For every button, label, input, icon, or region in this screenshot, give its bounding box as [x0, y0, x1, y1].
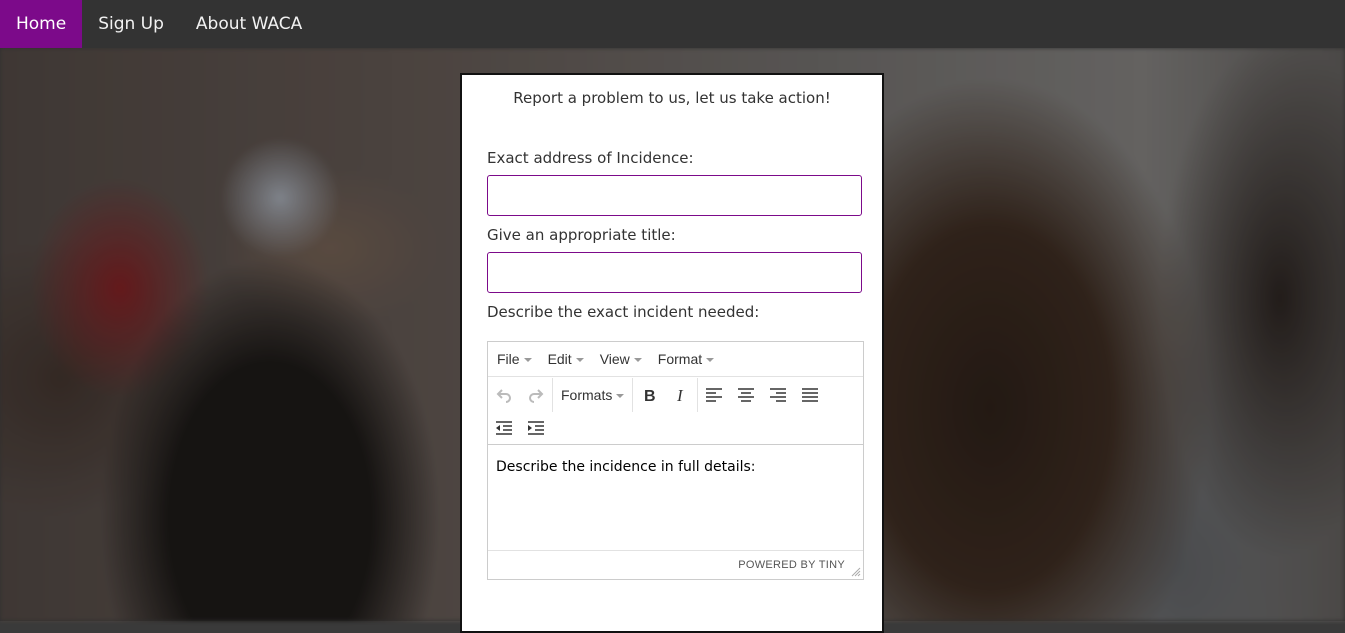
chevron-down-icon: [575, 358, 584, 362]
rich-text-editor: File Edit View Format Formats B I Descri…: [487, 341, 864, 580]
outdent-icon: [496, 421, 512, 435]
italic-button[interactable]: I: [665, 379, 697, 411]
align-right-icon: [770, 388, 787, 402]
menu-edit-label: Edit: [547, 351, 572, 367]
top-navbar: Home Sign Up About WACA: [0, 0, 1345, 48]
address-label: Exact address of Incidence:: [487, 149, 694, 167]
undo-button[interactable]: [488, 379, 520, 411]
bold-icon: B: [644, 388, 656, 403]
align-center-icon: [738, 388, 755, 402]
editor-menubar: File Edit View Format: [488, 342, 863, 377]
align-left-icon: [706, 388, 723, 402]
menu-file[interactable]: File: [492, 351, 537, 367]
nav-sign-up[interactable]: Sign Up: [82, 0, 180, 48]
menu-file-label: File: [497, 351, 520, 367]
nav-about[interactable]: About WACA: [180, 0, 318, 48]
italic-icon: I: [676, 387, 684, 403]
chevron-down-icon: [706, 358, 715, 362]
redo-icon: [529, 389, 544, 403]
undo-icon: [496, 389, 511, 403]
chevron-down-icon: [616, 394, 625, 398]
chevron-down-icon: [633, 358, 642, 362]
toolbar-row-2: [488, 412, 552, 446]
title-label: Give an appropriate title:: [487, 226, 676, 244]
indent-icon: [528, 421, 544, 435]
resize-handle-icon[interactable]: [851, 567, 861, 577]
indent-button[interactable]: [520, 413, 552, 445]
menu-edit[interactable]: Edit: [543, 351, 589, 367]
address-input[interactable]: [487, 175, 862, 216]
align-left-button[interactable]: [698, 379, 730, 411]
title-input[interactable]: [487, 252, 862, 293]
menu-view[interactable]: View: [595, 351, 647, 367]
align-center-button[interactable]: [730, 379, 762, 411]
svg-text:B: B: [644, 388, 656, 403]
editor-statusbar: POWERED BY TINY: [488, 550, 863, 579]
menu-format[interactable]: Format: [653, 351, 719, 367]
menu-format-label: Format: [657, 351, 703, 367]
chevron-down-icon: [523, 358, 532, 362]
form-heading: Report a problem to us, let us take acti…: [513, 89, 831, 107]
formats-label: Formats: [561, 387, 613, 403]
svg-text:I: I: [676, 387, 684, 403]
formats-dropdown[interactable]: Formats: [553, 379, 632, 411]
toolbar-row-1: Formats B I: [488, 378, 826, 412]
editor-content[interactable]: Describe the incidence in full details:: [488, 445, 863, 549]
powered-by-link[interactable]: POWERED BY TINY: [738, 559, 845, 571]
nav-home[interactable]: Home: [0, 0, 83, 48]
align-justify-icon: [802, 388, 819, 402]
align-right-button[interactable]: [762, 379, 794, 411]
redo-button[interactable]: [520, 379, 552, 411]
editor-text: Describe the incidence in full details:: [496, 459, 756, 475]
bold-button[interactable]: B: [633, 379, 665, 411]
description-label: Describe the exact incident needed:: [487, 303, 760, 321]
outdent-button[interactable]: [488, 413, 520, 445]
align-justify-button[interactable]: [794, 379, 826, 411]
editor-toolbar: Formats B I: [488, 377, 863, 445]
menu-view-label: View: [599, 351, 630, 367]
report-form-card: Report a problem to us, let us take acti…: [460, 73, 884, 633]
